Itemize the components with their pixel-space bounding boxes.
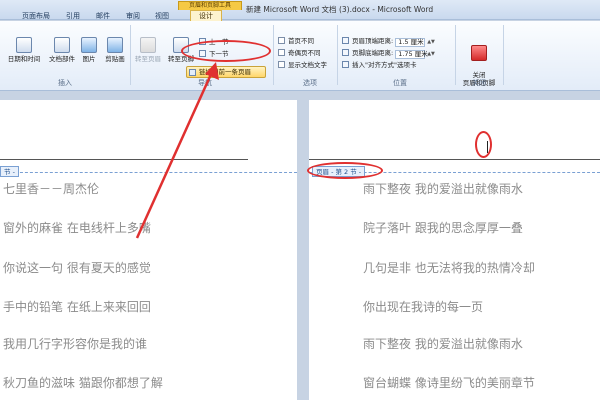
tab-page-layout[interactable]: 页面布局 (22, 11, 50, 21)
close-group-label: 关闭 (472, 79, 486, 87)
different-odd-even-label: 奇偶页不同 (288, 49, 321, 57)
insert-align-tab-label: 插入"对齐方式"选项卡 (352, 61, 417, 69)
tab-mailings[interactable]: 邮件 (96, 11, 110, 21)
calendar-icon (16, 37, 32, 53)
different-odd-even-option[interactable]: 奇偶页不同 (278, 49, 321, 58)
poem-line: 院子落叶 跟我的思念厚厚一叠 (363, 221, 523, 235)
show-document-text-option[interactable]: 显示文档文字 (278, 61, 327, 70)
group-divider (130, 25, 131, 85)
poem-line: 几句是非 也无法将我的热情冷却 (363, 261, 535, 275)
checkbox[interactable] (278, 49, 285, 56)
options-group-label: 选项 (303, 79, 317, 87)
header-top-input[interactable]: 1.5 厘米 (395, 38, 426, 47)
doc-parts-icon (54, 37, 70, 53)
clipart-button[interactable]: 剪贴画 (102, 37, 128, 63)
header-icon (140, 37, 156, 53)
ribbon: 日期和时间 文档部件 图片 剪贴画 插入 转至页眉 转至页脚 上一节 下一节 链… (0, 21, 600, 91)
different-first-page-option[interactable]: 首页不同 (278, 37, 314, 46)
picture-label: 图片 (82, 55, 96, 63)
annotation-circle-tag (307, 162, 383, 179)
poem-line: 窗外的麻雀 在电线杆上多嘴 (3, 221, 151, 235)
header-top-distance: 页眉顶端距离: 1.5 厘米 ▲▼ (342, 37, 435, 47)
header-boundary (0, 172, 297, 173)
doc-parts-button[interactable]: 文档部件 (46, 37, 78, 63)
insert-align-tab-button[interactable]: 插入"对齐方式"选项卡 (342, 61, 416, 70)
footer-bottom-input[interactable]: 1.75 厘米 (395, 50, 428, 59)
date-time-button[interactable]: 日期和时间 (4, 37, 44, 63)
section-tag-left: 节 - (0, 166, 19, 177)
footer-bottom-label: 页脚底端距离: (352, 49, 394, 57)
tab-view[interactable]: 视图 (155, 11, 169, 21)
picture-button[interactable]: 图片 (80, 37, 98, 63)
link-to-previous-label: 链接到前一条页眉 (199, 68, 251, 76)
tab-design[interactable]: 设计 (190, 10, 222, 21)
poem-line: 雨下整夜 我的爱溢出就像雨水 (363, 182, 523, 196)
nav-group-label: 导航 (198, 79, 212, 87)
show-document-text-label: 显示文档文字 (288, 61, 327, 69)
header-line (0, 159, 248, 160)
poem-line: 秋刀鱼的滋味 猫跟你都想了解 (3, 376, 163, 390)
doc-parts-label: 文档部件 (49, 55, 75, 63)
tab-review[interactable]: 审阅 (126, 11, 140, 21)
footer-distance-icon (342, 49, 349, 56)
poem-line: 窗台蝴蝶 像诗里纷飞的美丽章节 (363, 376, 535, 390)
clipart-label: 剪贴画 (105, 55, 125, 63)
spinner-arrows-icon[interactable]: ▲▼ (427, 38, 435, 47)
group-divider (273, 25, 274, 85)
link-icon (189, 69, 196, 76)
header-line (309, 159, 600, 160)
page-right: 页眉 - 第 2 节 - (309, 100, 600, 400)
annotation-circle-cursor (475, 131, 492, 158)
group-divider (455, 25, 456, 85)
header-top-label: 页眉顶端距离: (352, 37, 394, 45)
poem-line: 你出现在我诗的每一页 (363, 300, 484, 314)
poem-line: 你说这一句 很有夏天的感觉 (3, 261, 151, 275)
poem-line: 七里香－－周杰伦 (3, 182, 100, 196)
goto-header-button[interactable]: 转至页眉 (133, 37, 163, 63)
page-left: 节 - (0, 100, 297, 400)
different-first-page-label: 首页不同 (288, 37, 314, 45)
poem-line: 我用几行字形容你是我的谁 (3, 337, 148, 351)
date-time-label: 日期和时间 (7, 55, 41, 63)
ribbon-tabs: 页面布局 引用 邮件 审阅 视图 设计 (0, 10, 600, 21)
spinner-arrows-icon[interactable]: ▲▼ (427, 50, 435, 59)
header-distance-icon (342, 37, 349, 44)
group-divider (337, 25, 338, 85)
poem-line: 雨下整夜 我的爱溢出就像雨水 (363, 337, 523, 351)
link-to-previous-button[interactable]: 链接到前一条页眉 (186, 66, 266, 78)
insert-group-label: 插入 (58, 79, 72, 87)
goto-header-label: 转至页眉 (135, 55, 161, 63)
context-tool-group-label: 页眉和页脚工具 (178, 1, 242, 10)
poem-line: 手中的铅笔 在纸上来来回回 (3, 300, 151, 314)
picture-icon (81, 37, 97, 53)
group-divider (503, 25, 504, 85)
annotation-circle-link-button (181, 40, 271, 62)
footer-bottom-distance: 页脚底端距离: 1.75 厘米▲▼ (342, 49, 435, 59)
checkbox[interactable] (278, 61, 285, 68)
align-tab-icon (342, 61, 349, 68)
tab-references[interactable]: 引用 (66, 11, 80, 21)
clipart-icon (107, 37, 123, 53)
close-icon (471, 45, 487, 61)
checkbox[interactable] (278, 37, 285, 44)
position-group-label: 位置 (393, 79, 407, 87)
word-window: 页眉和页脚工具 新建 Microsoft Word 文档 (3).docx - … (0, 0, 600, 400)
